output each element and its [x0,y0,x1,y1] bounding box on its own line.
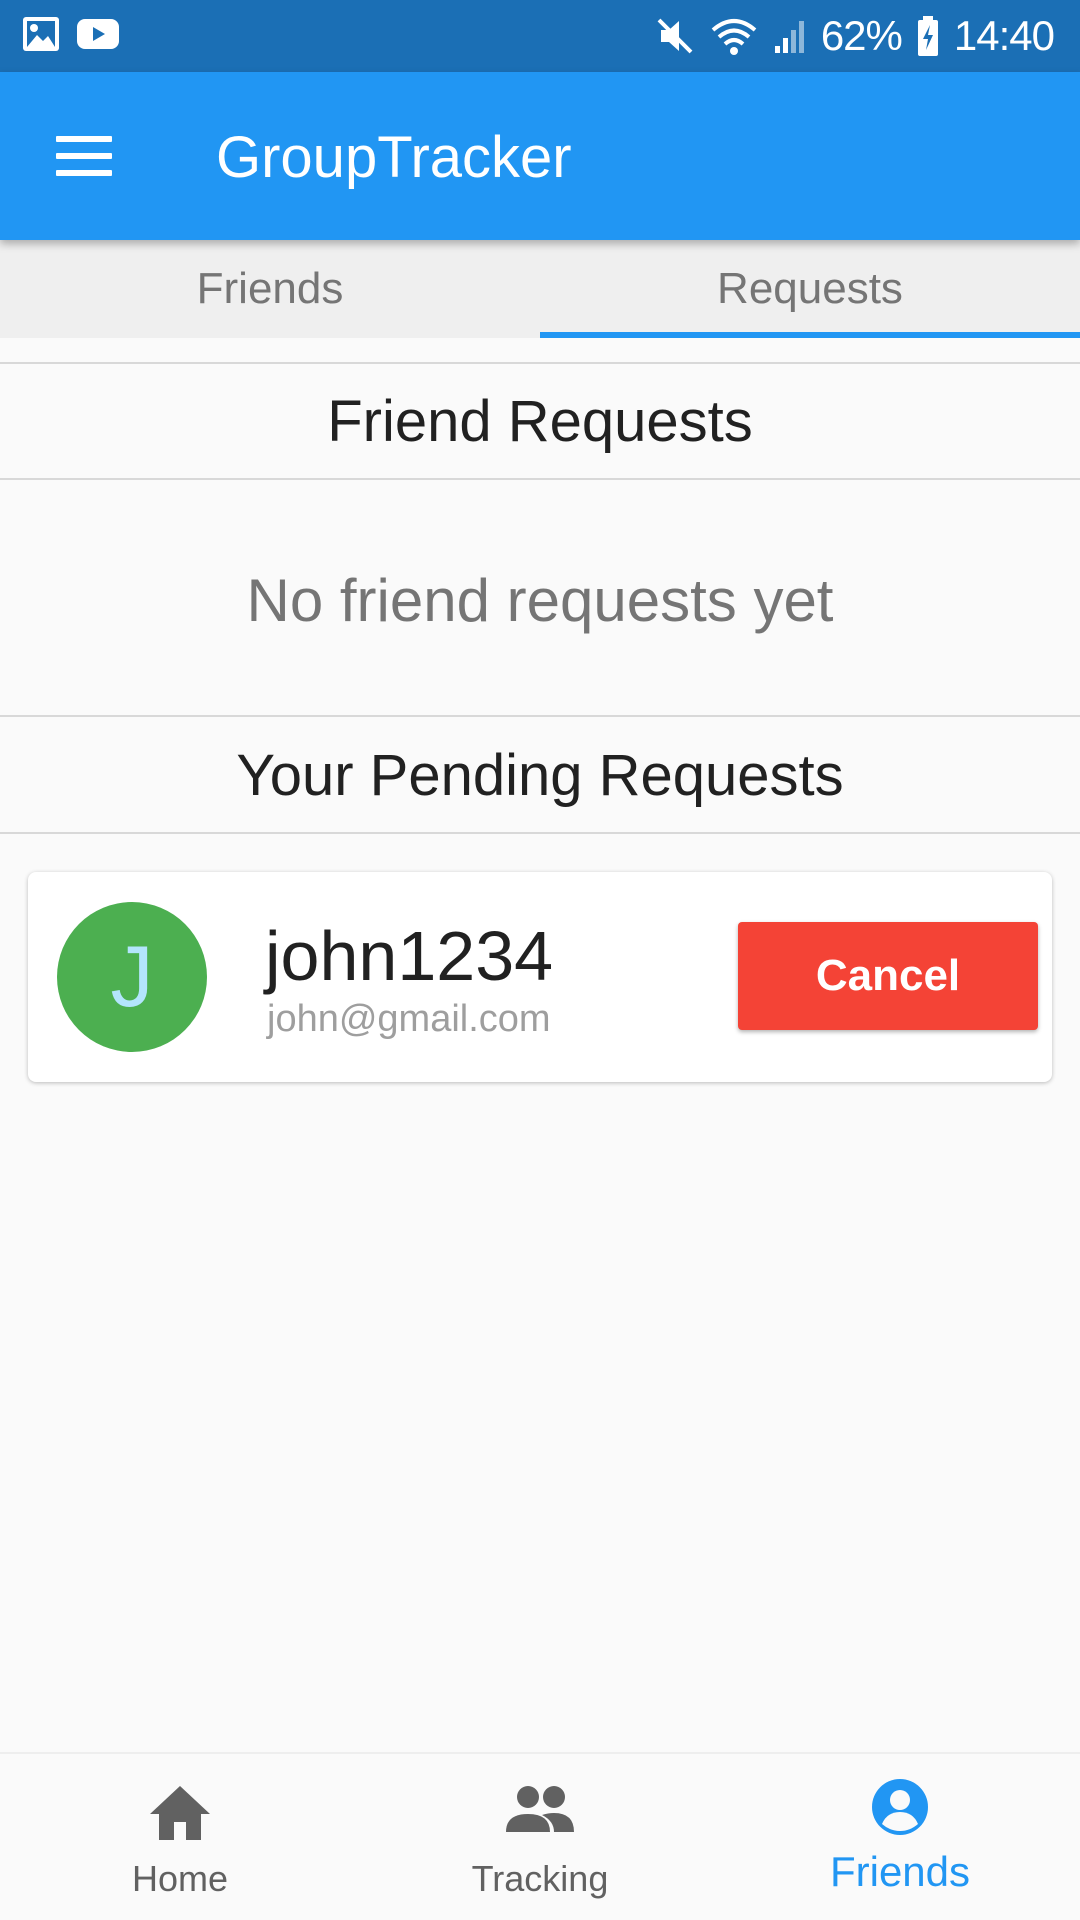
email: john@gmail.com [267,998,551,1040]
pending-requests-title: Your Pending Requests [236,743,844,808]
battery-percentage: 62% [820,12,903,59]
tab-bar: Friends Requests [0,240,1080,338]
pending-request-card: J john1234 john@gmail.com Cancel [28,872,1052,1082]
home-icon [150,1786,210,1840]
tab-friends[interactable]: Friends [0,240,540,338]
menu-icon[interactable] [40,116,128,196]
friend-requests-title: Friend Requests [327,389,753,454]
nav-friends[interactable]: Friends [720,1754,1080,1920]
divider [0,362,1080,364]
status-bar: 62% 14:40 [0,0,1080,72]
battery-charging-icon [917,16,938,56]
group-icon [506,1786,574,1832]
avatar: J [57,902,207,1052]
clock: 14:40 [953,12,1055,59]
tab-requests[interactable]: Requests [540,240,1080,338]
nav-tracking-label: Tracking [471,1858,609,1899]
cancel-request-button[interactable]: Cancel [738,922,1038,1030]
youtube-icon [77,19,119,49]
account-circle-icon [872,1779,928,1835]
divider [0,478,1080,480]
app-title: GroupTracker [216,125,572,190]
username: john1234 [265,917,554,995]
empty-requests-message: No friend requests yet [246,567,834,634]
nav-home-label: Home [131,1858,229,1899]
nav-friends-label: Friends [829,1848,971,1895]
status-notifications [22,16,120,52]
nav-home[interactable]: Home [0,1754,360,1920]
bottom-navigation: Home Tracking Friends [0,1752,1080,1920]
gallery-icon [23,17,59,51]
mute-icon [657,18,693,54]
divider [0,832,1080,834]
status-indicators: 62% 14:40 [655,0,1055,72]
app-bar: GroupTracker [0,72,1080,240]
wifi-icon [711,19,757,55]
divider [0,715,1080,717]
signal-icon [774,21,804,53]
nav-tracking[interactable]: Tracking [360,1754,720,1920]
